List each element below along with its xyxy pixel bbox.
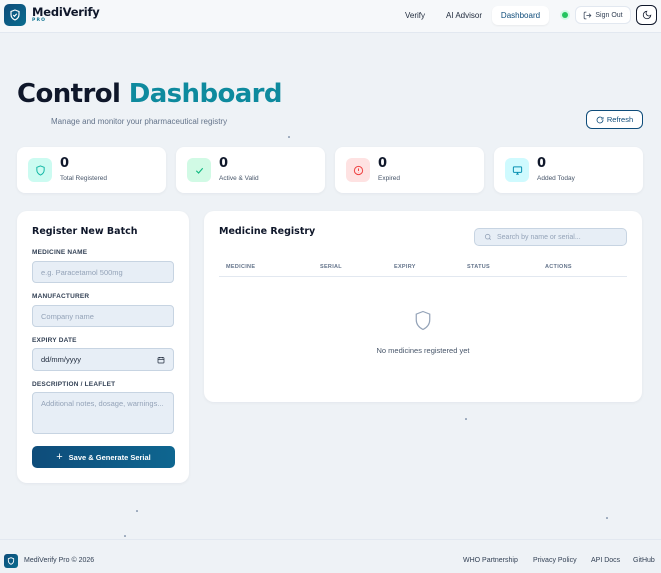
background-speck	[465, 418, 467, 420]
page-title-part1: Control	[17, 79, 121, 109]
search-placeholder: Search by name or serial...	[497, 233, 581, 241]
medicine-name-input[interactable]: e.g. Paracetamol 500mg	[32, 261, 174, 283]
moon-icon	[642, 10, 651, 20]
monitor-icon	[505, 158, 529, 182]
save-button-label: Save & Generate Serial	[68, 452, 151, 462]
stat-card-total: 0 Total Registered	[17, 147, 166, 193]
stat-label: Active & Valid	[219, 175, 259, 182]
stat-value: 0	[60, 156, 70, 171]
top-navbar: MediVerify PRO Verify AI Advisor Dashboa…	[0, 0, 661, 33]
refresh-label: Refresh	[606, 115, 634, 124]
stat-value: 0	[537, 156, 547, 171]
page-subtitle: Manage and monitor your pharmaceutical r…	[51, 117, 228, 126]
expiry-date-value: dd/mm/yyyy	[41, 355, 82, 364]
expiry-date-input[interactable]: dd/mm/yyyy	[32, 348, 174, 371]
shield-icon	[28, 158, 52, 182]
page-title-part2: Dashboard	[128, 79, 283, 109]
background-speck	[606, 517, 608, 519]
background-speck	[288, 136, 290, 138]
nav-verify[interactable]: Verify	[398, 6, 432, 25]
table-divider	[219, 276, 627, 277]
empty-state-message: No medicines registered yet	[376, 346, 470, 355]
register-panel: Register New Batch MEDICINE NAME e.g. Pa…	[17, 211, 189, 483]
logout-icon	[584, 11, 592, 19]
empty-shield-icon	[415, 310, 431, 331]
stat-value: 0	[378, 156, 388, 171]
footer-copyright: MediVerify Pro © 2026	[24, 557, 95, 564]
description-textarea[interactable]: Additional notes, dosage, warnings...	[32, 392, 174, 434]
footer: MediVerify Pro © 2026 WHO Partnership Pr…	[0, 539, 661, 573]
nav-ai-advisor[interactable]: AI Advisor	[440, 6, 488, 25]
description-label: DESCRIPTION / LEAFLET	[32, 381, 116, 388]
footer-link-privacy[interactable]: Privacy Policy	[533, 557, 577, 564]
search-icon	[484, 233, 491, 240]
stat-value: 0	[219, 156, 229, 171]
register-title: Register New Batch	[32, 226, 138, 237]
sign-out-label: Sign Out	[595, 11, 623, 19]
stat-card-today: 0 Added Today	[494, 147, 643, 193]
background-speck	[136, 510, 138, 512]
stat-label: Expired	[378, 175, 401, 182]
page-title: Control Dashboard	[17, 79, 283, 109]
nav-dashboard[interactable]: Dashboard	[492, 6, 549, 25]
background-speck	[124, 535, 126, 537]
footer-link-api-docs[interactable]: API Docs	[591, 557, 620, 564]
registry-search-input[interactable]: Search by name or serial...	[474, 228, 627, 246]
column-header-expiry[interactable]: EXPIRY	[394, 264, 416, 270]
registry-title: Medicine Registry	[219, 226, 316, 237]
sign-out-button[interactable]: Sign Out	[575, 6, 631, 24]
refresh-button[interactable]: Refresh	[586, 110, 643, 129]
footer-link-who[interactable]: WHO Partnership	[463, 557, 518, 564]
stat-label: Added Today	[537, 175, 575, 182]
calendar-icon[interactable]	[157, 356, 165, 364]
medicine-name-label: MEDICINE NAME	[32, 249, 88, 256]
stat-label: Total Registered	[60, 175, 107, 182]
stat-card-active: 0 Active & Valid	[176, 147, 325, 193]
column-header-medicine[interactable]: MEDICINE	[226, 264, 255, 270]
column-header-actions: ACTIONS	[545, 264, 572, 270]
stat-card-expired: 0 Expired	[335, 147, 484, 193]
column-header-status[interactable]: STATUS	[467, 264, 490, 270]
footer-logo-icon	[4, 554, 18, 568]
manufacturer-label: MANUFACTURER	[32, 293, 90, 300]
expiry-date-label: EXPIRY DATE	[32, 337, 77, 344]
brand-name: MediVerify	[32, 5, 100, 19]
theme-toggle-button[interactable]	[636, 5, 657, 25]
status-dot	[562, 12, 568, 18]
logo-icon[interactable]	[4, 4, 26, 26]
refresh-icon	[596, 116, 604, 123]
footer-link-github[interactable]: GitHub	[633, 557, 655, 564]
brand[interactable]: MediVerify PRO	[32, 6, 100, 24]
column-header-serial[interactable]: SERIAL	[320, 264, 342, 270]
alert-circle-icon	[346, 158, 370, 182]
registry-panel: Medicine Registry Search by name or seri…	[204, 211, 642, 402]
manufacturer-input[interactable]: Company name	[32, 305, 174, 327]
save-generate-serial-button[interactable]: + Save & Generate Serial	[32, 446, 175, 468]
plus-icon: +	[56, 451, 63, 463]
check-icon	[187, 158, 211, 182]
